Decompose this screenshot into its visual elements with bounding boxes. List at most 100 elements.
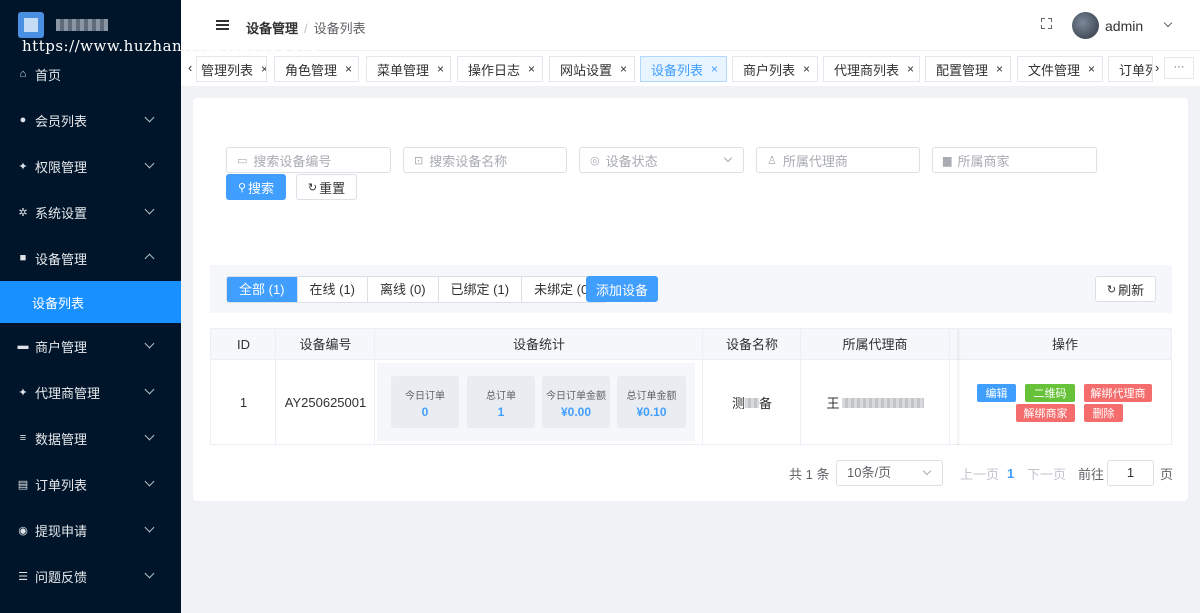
tabs-bar: ‹ 管理列表 × 角色管理 × 菜单管理 × 操作日志 × 网站设置 × 设备列表 × 商户… xyxy=(181,50,1200,86)
tab-label: 角色管理 xyxy=(285,62,338,78)
chevron-down-icon xyxy=(144,112,155,123)
device-name-search-input[interactable]: ⊡ 搜索设备名称 xyxy=(403,147,567,173)
device-status-select[interactable]: ◎ 设备状态 xyxy=(579,147,744,173)
tab-label: 管理列表 xyxy=(201,62,254,78)
sidebar-item-device-list[interactable]: 设备列表 xyxy=(0,281,181,323)
sidebar-item-members[interactable]: ● 会员列表 xyxy=(0,97,181,143)
add-device-button[interactable]: 添加设备 xyxy=(586,276,658,302)
placeholder: 设备状态 xyxy=(605,153,658,169)
stat-today-amount: 今日订单金额 ¥0.00 xyxy=(542,376,610,428)
sidebar-item-data[interactable]: ≡ 数据管理 xyxy=(0,415,181,461)
sidebar-item-home[interactable]: ⌂ 首页 xyxy=(0,51,181,97)
close-icon[interactable]: × xyxy=(1088,62,1095,76)
device-no-search-input[interactable]: ▭ 搜索设备编号 xyxy=(226,147,391,173)
sidebar-item-label: 会员列表 xyxy=(35,113,88,129)
tab-role-management[interactable]: 角色管理 × xyxy=(274,56,359,82)
stat-total-orders: 总订单 1 xyxy=(467,376,535,428)
tab-label: 商户列表 xyxy=(743,62,796,78)
chevron-down-icon[interactable] xyxy=(1163,18,1173,28)
sidebar-item-merchants[interactable]: ▬ 商户管理 xyxy=(0,323,181,369)
tab-label: 设备列表 xyxy=(651,62,704,78)
close-icon[interactable]: × xyxy=(345,62,352,76)
goto-page-input[interactable]: 1 xyxy=(1107,460,1154,486)
cell-id: 1 xyxy=(239,395,248,410)
column-header-device-no: 设备编号 xyxy=(299,337,352,352)
tab-label: 网站设置 xyxy=(560,62,613,78)
tab-label: 订单列表 xyxy=(1119,62,1152,78)
reset-button[interactable]: ↻ 重置 xyxy=(296,174,357,200)
top-header: 设备管理 / 设备列表 admin xyxy=(181,0,1200,50)
sidebar: ⌂ 首页 ● 会员列表 ✦ 权限管理 ✲ 系统设置 ■ 设备管理 设备列表 ▬ xyxy=(0,0,181,613)
clipboard-icon: ▤ xyxy=(17,478,29,491)
tab-order-list[interactable]: 订单列表 xyxy=(1108,56,1153,82)
close-icon[interactable]: × xyxy=(907,62,914,76)
sidebar-item-settings[interactable]: ✲ 系统设置 xyxy=(0,189,181,235)
sidebar-item-label: 订单列表 xyxy=(35,477,88,493)
close-icon[interactable]: × xyxy=(437,62,444,76)
tabs-scroll-right-icon[interactable]: › xyxy=(1155,60,1159,75)
current-page[interactable]: 1 xyxy=(1007,460,1014,486)
tab-config-management[interactable]: 配置管理 × xyxy=(925,56,1011,82)
sidebar-item-feedback[interactable]: ☰ 问题反馈 xyxy=(0,553,181,599)
filter-online[interactable]: 在线 (1) xyxy=(298,277,369,302)
edit-button[interactable]: 编辑 xyxy=(977,384,1016,402)
sidebar-item-agents[interactable]: ✦ 代理商管理 xyxy=(0,369,181,415)
page-size-select[interactable]: 10条/页 xyxy=(836,460,943,486)
tabs-more-button[interactable]: ··· xyxy=(1164,57,1194,79)
tab-label: 代理商列表 xyxy=(834,62,900,78)
tab-site-settings[interactable]: 网站设置 × xyxy=(549,56,635,82)
tab-agent-list[interactable]: 代理商列表 × xyxy=(823,56,920,82)
delete-button[interactable]: 删除 xyxy=(1084,404,1123,422)
sidebar-menu: ⌂ 首页 ● 会员列表 ✦ 权限管理 ✲ 系统设置 ■ 设备管理 设备列表 ▬ xyxy=(0,51,181,599)
sidebar-item-label: 权限管理 xyxy=(35,159,88,175)
prev-page-button[interactable]: 上一页 xyxy=(960,460,999,486)
tab-device-list[interactable]: 设备列表 × xyxy=(640,56,727,82)
refresh-icon: ↻ xyxy=(1106,283,1117,296)
tab-file-management[interactable]: 文件管理 × xyxy=(1017,56,1103,82)
merchant-search-input[interactable]: ▆ 所属商家 xyxy=(932,147,1097,173)
tab-merchant-list[interactable]: 商户列表 × xyxy=(732,56,818,82)
filter-offline[interactable]: 离线 (0) xyxy=(368,277,439,302)
unbind-merchant-button[interactable]: 解绑商家 xyxy=(1016,404,1075,422)
database-icon: ≡ xyxy=(19,432,27,444)
search-icon: ⚲ xyxy=(237,181,247,194)
unbind-agent-button[interactable]: 解绑代理商 xyxy=(1084,384,1152,402)
sidebar-item-orders[interactable]: ▤ 订单列表 xyxy=(0,461,181,507)
tab-menu-management[interactable]: 菜单管理 × xyxy=(366,56,451,82)
qrcode-button[interactable]: 二维码 xyxy=(1025,384,1075,402)
close-icon[interactable]: × xyxy=(711,62,718,76)
tab-admin-list[interactable]: 管理列表 × xyxy=(196,56,267,82)
avatar[interactable] xyxy=(1072,12,1099,39)
refresh-button[interactable]: ↻ 刷新 xyxy=(1095,276,1156,302)
placeholder: 所属商家 xyxy=(957,153,1010,169)
sidebar-item-device-management[interactable]: ■ 设备管理 xyxy=(0,235,181,281)
tabs-scroll-left-icon[interactable]: ‹ xyxy=(188,60,192,75)
next-page-button[interactable]: 下一页 xyxy=(1027,460,1066,486)
tab-operation-log[interactable]: 操作日志 × xyxy=(457,56,543,82)
agent-search-input[interactable]: ♙ 所属代理商 xyxy=(756,147,920,173)
filter-all[interactable]: 全部 (1) xyxy=(227,277,298,302)
username[interactable]: admin xyxy=(1105,18,1143,34)
cell-device-name: 测备 xyxy=(703,360,801,445)
sidebar-item-withdrawals[interactable]: ◉ 提现申请 xyxy=(0,507,181,553)
close-icon[interactable]: × xyxy=(803,62,810,76)
reset-button-label: 重置 xyxy=(319,180,346,196)
main-card: ▭ 搜索设备编号 ⊡ 搜索设备名称 ◎ 设备状态 ♙ 所属代理商 ▆ 所属商家 … xyxy=(193,98,1188,501)
close-icon[interactable]: × xyxy=(261,62,266,76)
filter-bound[interactable]: 已绑定 (1) xyxy=(439,277,523,302)
close-icon[interactable]: × xyxy=(620,62,627,76)
menu-toggle-icon[interactable] xyxy=(216,20,229,30)
fullscreen-icon[interactable] xyxy=(1041,18,1052,29)
close-icon[interactable]: × xyxy=(528,62,535,76)
breadcrumb-parent[interactable]: 设备管理 xyxy=(246,21,298,36)
device-name-tail: 备 xyxy=(759,396,773,411)
search-button[interactable]: ⚲ 搜索 xyxy=(226,174,286,200)
sidebar-item-permissions[interactable]: ✦ 权限管理 xyxy=(0,143,181,189)
close-icon[interactable]: × xyxy=(996,62,1003,76)
check-circle-icon: ◎ xyxy=(590,154,600,167)
monitor-icon: ▭ xyxy=(237,154,248,167)
chevron-down-icon xyxy=(144,522,155,533)
stat-label: 总订单 xyxy=(486,391,516,402)
sidebar-item-label: 首页 xyxy=(35,67,62,83)
chevron-down-icon xyxy=(723,153,733,163)
